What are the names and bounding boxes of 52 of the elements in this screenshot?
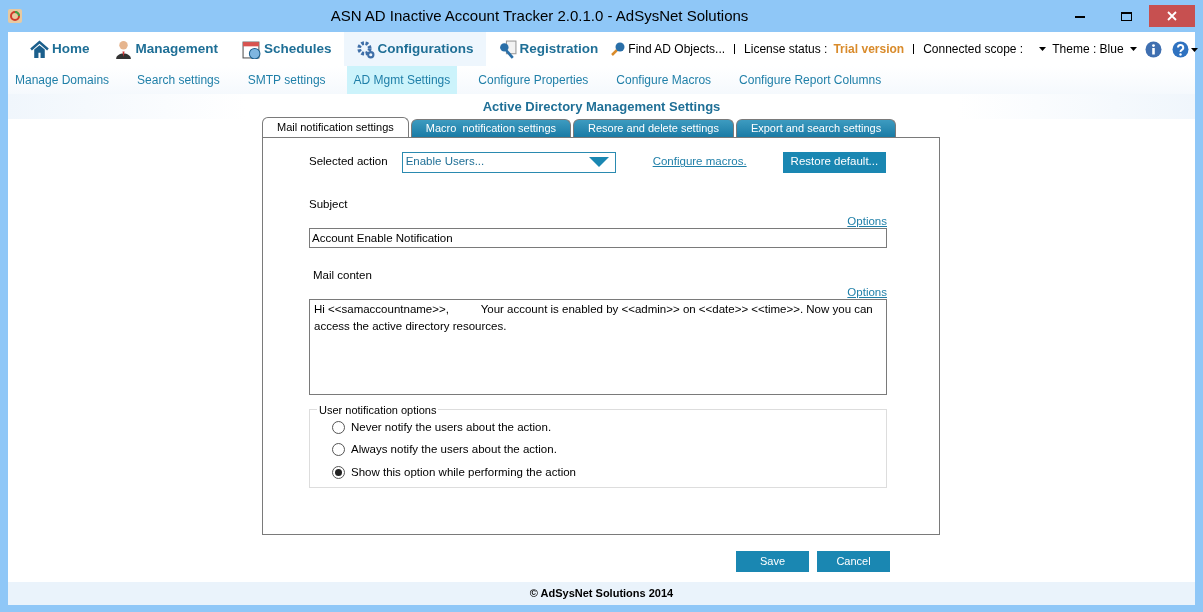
radio-label[interactable]: Always notify the users about the action. [351, 441, 557, 459]
radio-label[interactable]: Show this option while performing the action [351, 463, 576, 481]
connected-scope-dropdown[interactable]: Connected scope : [923, 40, 1024, 58]
cancel-button[interactable]: Cancel [817, 550, 890, 572]
configure-macros-link[interactable]: Configure macros. [652, 153, 747, 171]
license-status-label: License status : [744, 41, 828, 58]
minimize-icon [1075, 14, 1085, 18]
help-icon[interactable] [1171, 40, 1198, 58]
settings-tab[interactable]: SMTP settings [240, 66, 333, 94]
field-label: Subject [309, 196, 349, 212]
settings-tab[interactable]: Search settings [130, 66, 227, 94]
close-icon [1167, 11, 1177, 21]
radio-label[interactable]: Never notify the users about the action. [351, 419, 552, 437]
save-button[interactable]: Save [736, 550, 809, 572]
settings-tab[interactable]: Configure Report Columns [732, 66, 889, 94]
main-menu-tab[interactable]: Registration [485, 32, 611, 66]
dropdown-arrow-icon [588, 157, 609, 167]
info-icon[interactable] [1144, 40, 1162, 58]
settings-tab[interactable]: Configure Properties [471, 66, 596, 94]
close-button[interactable] [1149, 5, 1195, 27]
main-menu-tab[interactable]: Home [18, 32, 102, 66]
main-menu-tab[interactable]: Schedules [230, 32, 344, 66]
subject-field[interactable]: Account Enable Notification [309, 227, 887, 248]
tab[interactable]: Mail notification settings [262, 116, 409, 137]
calendar-icon [242, 39, 262, 59]
action-dropdown[interactable]: Enable Users... [401, 151, 616, 173]
options-link[interactable]: Options [847, 286, 887, 298]
caret-icon[interactable] [1039, 47, 1047, 51]
field-label: Selected action [309, 154, 388, 170]
key-icon [497, 39, 517, 59]
gear-icon [355, 39, 375, 59]
find-ad-objects-link[interactable]: Find AD Objects... [628, 40, 726, 58]
magnifier-icon [610, 41, 627, 57]
app-icon [8, 9, 22, 23]
field-label: Mail conten [312, 267, 373, 283]
caret-icon[interactable] [1129, 47, 1137, 51]
main-menu-tab[interactable]: Management [101, 32, 231, 66]
theme-dropdown[interactable]: Theme : Blue [1052, 40, 1124, 58]
page-title: Active Directory Management Settings [482, 99, 721, 114]
maximize-icon [1120, 11, 1132, 21]
footer-text: © AdSysNet Solutions 2014 [529, 586, 674, 599]
house-icon [30, 39, 49, 59]
options-link[interactable]: Options [847, 214, 887, 227]
person-icon [113, 39, 133, 59]
license-status-value: Trial version [833, 41, 905, 58]
settings-tab[interactable]: Manage Domains [8, 66, 117, 94]
window-title: ASN AD Inactive Account Tracker 2.0.1.0 - AdSysNet Solutions [329, 5, 750, 26]
settings-tab[interactable]: AD Mgmt Settings [346, 66, 458, 94]
main-menu-tab[interactable]: Configurations [343, 32, 486, 66]
mail-content-field[interactable]: Hi <<samaccountname>>, Your account is enabled by <<admin>> on <<date>> <<time>>. Now you can access the active directory resources. [309, 299, 887, 395]
settings-tab[interactable]: Configure Macros [609, 66, 719, 94]
restore-default-button[interactable]: Restore default... [782, 151, 887, 173]
